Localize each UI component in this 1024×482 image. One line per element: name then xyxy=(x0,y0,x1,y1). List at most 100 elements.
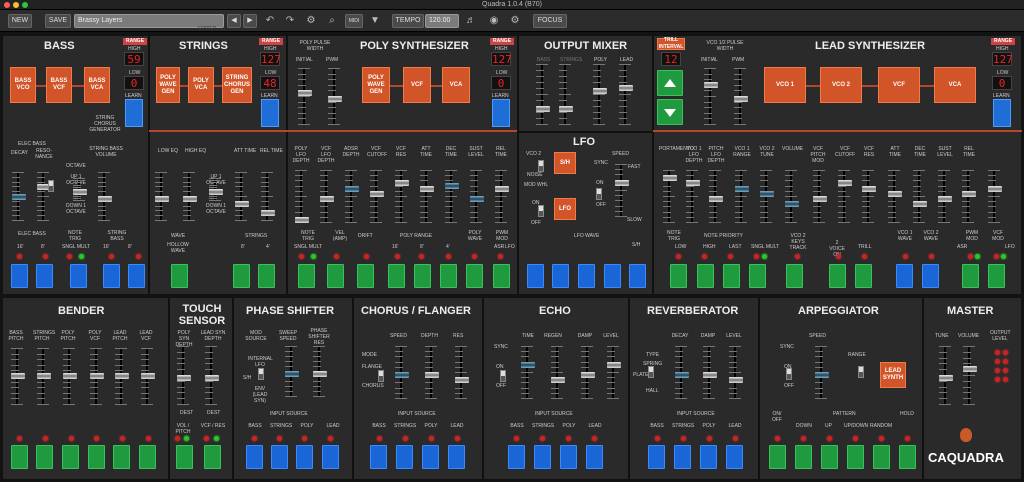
fader-knob[interactable] xyxy=(536,106,550,112)
bass-low-display[interactable]: 0 xyxy=(124,76,144,90)
focus-button[interactable]: FOCUS xyxy=(533,14,567,28)
top-pad-button[interactable] xyxy=(855,264,872,288)
bottom-pad-button[interactable] xyxy=(899,445,916,469)
gear-icon[interactable]: ⚙ xyxy=(508,14,522,28)
bottom-pad-button[interactable] xyxy=(139,445,156,469)
fader-knob[interactable] xyxy=(521,361,535,368)
fader-knob[interactable] xyxy=(298,90,312,97)
top-pad-button[interactable] xyxy=(258,264,275,288)
search-icon[interactable]: ⌕ xyxy=(325,14,339,28)
top-pad-button[interactable] xyxy=(896,264,913,288)
fader-knob[interactable] xyxy=(141,373,155,380)
lead-high-display[interactable]: 127 xyxy=(992,52,1013,66)
bottom-pad-button[interactable] xyxy=(873,445,890,469)
top-pad-button[interactable] xyxy=(578,264,595,288)
midi-button[interactable]: MIDI xyxy=(345,14,363,28)
fader-knob[interactable] xyxy=(559,106,573,112)
fader-knob[interactable] xyxy=(551,377,565,384)
fader-knob[interactable] xyxy=(663,175,677,182)
top-pad-button[interactable] xyxy=(11,264,28,288)
fader-knob[interactable] xyxy=(593,88,607,94)
fader-knob[interactable] xyxy=(320,196,334,202)
fader-knob[interactable] xyxy=(183,196,197,202)
arp-sync-switch[interactable] xyxy=(786,368,792,380)
settings-icon[interactable]: ⚙ xyxy=(304,14,318,28)
top-pad-button[interactable] xyxy=(922,264,939,288)
bottom-pad-button[interactable] xyxy=(422,445,439,469)
strings-learn-button[interactable] xyxy=(261,99,279,127)
fader-knob[interactable] xyxy=(495,185,509,192)
bottom-pad-button[interactable] xyxy=(246,445,263,469)
fader-knob[interactable] xyxy=(155,196,169,202)
next-preset-button[interactable]: ▶ xyxy=(243,14,257,28)
bottom-pad-button[interactable] xyxy=(648,445,665,469)
fader-knob[interactable] xyxy=(734,96,748,102)
bottom-pad-button[interactable] xyxy=(508,445,525,469)
fader-knob[interactable] xyxy=(470,196,484,202)
fader-knob[interactable] xyxy=(455,377,469,384)
bottom-pad-button[interactable] xyxy=(847,445,864,469)
top-pad-button[interactable] xyxy=(527,264,544,288)
fader-knob[interactable] xyxy=(704,82,718,88)
bass-learn-button[interactable] xyxy=(125,99,143,127)
new-button[interactable]: NEW xyxy=(8,14,32,28)
top-pad-button[interactable] xyxy=(327,264,344,288)
bottom-pad-button[interactable] xyxy=(322,445,339,469)
fader-knob[interactable] xyxy=(395,372,409,378)
phaser-source-switch[interactable] xyxy=(258,368,264,380)
bottom-pad-button[interactable] xyxy=(700,445,717,469)
top-pad-button[interactable] xyxy=(103,264,120,288)
fader-knob[interactable] xyxy=(888,190,902,197)
arp-lead-synth-button[interactable]: LEAD SYNTH xyxy=(880,362,906,388)
bottom-pad-button[interactable] xyxy=(674,445,691,469)
fader-knob[interactable] xyxy=(205,375,219,381)
fader-knob[interactable] xyxy=(619,85,633,91)
bottom-pad-button[interactable] xyxy=(62,445,79,469)
bottom-pad-button[interactable] xyxy=(296,445,313,469)
strings-low-display[interactable]: 48 xyxy=(260,76,280,90)
record-icon[interactable]: ◉ xyxy=(487,14,501,28)
fader-knob[interactable] xyxy=(581,372,595,378)
bottom-pad-button[interactable] xyxy=(370,445,387,469)
bottom-pad-button[interactable] xyxy=(113,445,130,469)
bottom-pad-button[interactable] xyxy=(586,445,603,469)
arp-range-switch[interactable] xyxy=(858,366,864,378)
bottom-pad-button[interactable] xyxy=(88,445,105,469)
fader-knob[interactable] xyxy=(63,373,77,380)
fader-knob[interactable] xyxy=(735,185,749,192)
top-pad-button[interactable] xyxy=(36,264,53,288)
fader-knob[interactable] xyxy=(938,196,952,202)
fader-knob[interactable] xyxy=(703,372,717,378)
fader-knob[interactable] xyxy=(729,377,743,384)
top-pad-button[interactable] xyxy=(128,264,145,288)
fader-knob[interactable] xyxy=(862,185,876,192)
fader-knob[interactable] xyxy=(209,189,223,195)
fader-knob[interactable] xyxy=(709,196,723,202)
bottom-pad-button[interactable] xyxy=(271,445,288,469)
fader-knob[interactable] xyxy=(838,180,852,187)
bottom-pad-button[interactable] xyxy=(726,445,743,469)
top-pad-button[interactable] xyxy=(70,264,87,288)
fader-knob[interactable] xyxy=(177,375,191,381)
lfo-modwhl-switch[interactable] xyxy=(538,205,544,217)
bottom-pad-button[interactable] xyxy=(11,445,28,469)
fader-knob[interactable] xyxy=(261,210,275,217)
bottom-pad-button[interactable] xyxy=(560,445,577,469)
top-pad-button[interactable] xyxy=(357,264,374,288)
save-button[interactable]: SAVE xyxy=(45,14,71,28)
lead-low-display[interactable]: 0 xyxy=(992,76,1012,90)
fader-knob[interactable] xyxy=(395,180,409,187)
echo-sync-switch[interactable] xyxy=(500,370,506,382)
top-pad-button[interactable] xyxy=(388,264,405,288)
poly-learn-button[interactable] xyxy=(492,99,510,127)
bottom-pad-button[interactable] xyxy=(821,445,838,469)
fader-knob[interactable] xyxy=(815,372,829,378)
keyboard-icon[interactable]: ♬ xyxy=(464,14,478,28)
bass-high-display[interactable]: 59 xyxy=(124,52,144,66)
top-pad-button[interactable] xyxy=(493,264,510,288)
fader-knob[interactable] xyxy=(37,373,51,380)
poly-high-display[interactable]: 127 xyxy=(491,52,512,66)
bottom-pad-button[interactable] xyxy=(448,445,465,469)
trill-up-button[interactable] xyxy=(657,70,683,96)
fader-knob[interactable] xyxy=(813,196,827,202)
